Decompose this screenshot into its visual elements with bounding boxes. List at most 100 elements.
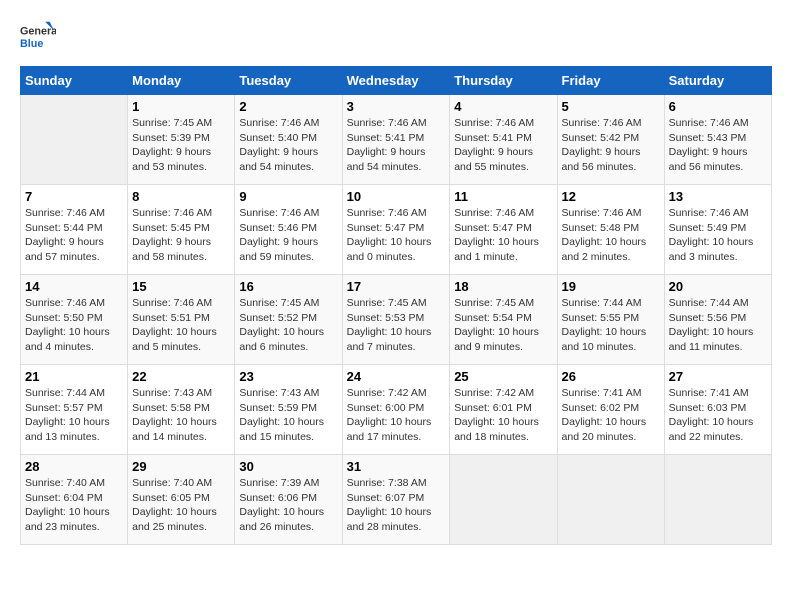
- day-info: Sunrise: 7:44 AMSunset: 5:57 PMDaylight:…: [25, 386, 123, 445]
- week-row-5: 28Sunrise: 7:40 AMSunset: 6:04 PMDayligh…: [21, 455, 772, 545]
- day-info: Sunrise: 7:42 AMSunset: 6:01 PMDaylight:…: [454, 386, 552, 445]
- week-row-1: 1 Sunrise: 7:45 AMSunset: 5:39 PMDaylight…: [21, 95, 772, 185]
- day-info: Sunrise: 7:45 AMSunset: 5:54 PMDaylight:…: [454, 296, 552, 355]
- calendar-cell: 18 Sunrise: 7:45 AMSunset: 5:54 PMDayligh…: [450, 275, 557, 365]
- day-number: 17: [347, 279, 446, 294]
- day-number: 27: [669, 369, 767, 384]
- day-number: 9: [239, 189, 337, 204]
- day-number: 8: [132, 189, 230, 204]
- day-number: 18: [454, 279, 552, 294]
- calendar-cell: 22 Sunrise: 7:43 AMSunset: 5:58 PMDayligh…: [128, 365, 235, 455]
- calendar-cell: 3 Sunrise: 7:46 AMSunset: 5:41 PMDaylight…: [342, 95, 450, 185]
- week-row-2: 7 Sunrise: 7:46 AMSunset: 5:44 PMDaylight…: [21, 185, 772, 275]
- calendar-cell: 27 Sunrise: 7:41 AMSunset: 6:03 PMDayligh…: [664, 365, 771, 455]
- calendar-cell: 1 Sunrise: 7:45 AMSunset: 5:39 PMDaylight…: [128, 95, 235, 185]
- day-info: Sunrise: 7:43 AMSunset: 5:58 PMDaylight:…: [132, 386, 230, 445]
- day-number: 10: [347, 189, 446, 204]
- calendar-cell: 21 Sunrise: 7:44 AMSunset: 5:57 PMDayligh…: [21, 365, 128, 455]
- day-number: 25: [454, 369, 552, 384]
- day-info: Sunrise: 7:41 AMSunset: 6:02 PMDaylight:…: [562, 386, 660, 445]
- day-info: Sunrise: 7:45 AMSunset: 5:53 PMDaylight:…: [347, 296, 446, 355]
- day-number: 21: [25, 369, 123, 384]
- day-number: 15: [132, 279, 230, 294]
- calendar-cell: 12 Sunrise: 7:46 AMSunset: 5:48 PMDayligh…: [557, 185, 664, 275]
- day-info: Sunrise: 7:46 AMSunset: 5:46 PMDaylight:…: [239, 206, 337, 265]
- calendar-cell: 9 Sunrise: 7:46 AMSunset: 5:46 PMDaylight…: [235, 185, 342, 275]
- calendar-cell: 17 Sunrise: 7:45 AMSunset: 5:53 PMDayligh…: [342, 275, 450, 365]
- svg-text:Blue: Blue: [20, 38, 43, 50]
- weekday-header-saturday: Saturday: [664, 67, 771, 95]
- day-info: Sunrise: 7:46 AMSunset: 5:44 PMDaylight:…: [25, 206, 123, 265]
- day-info: Sunrise: 7:41 AMSunset: 6:03 PMDaylight:…: [669, 386, 767, 445]
- week-row-4: 21 Sunrise: 7:44 AMSunset: 5:57 PMDayligh…: [21, 365, 772, 455]
- day-number: 12: [562, 189, 660, 204]
- day-number: 7: [25, 189, 123, 204]
- day-info: Sunrise: 7:46 AMSunset: 5:43 PMDaylight:…: [669, 116, 767, 175]
- day-info: Sunrise: 7:45 AMSunset: 5:52 PMDaylight:…: [239, 296, 337, 355]
- weekday-header-monday: Monday: [128, 67, 235, 95]
- day-info: Sunrise: 7:38 AMSunset: 6:07 PMDaylight:…: [347, 476, 446, 535]
- day-number: 1: [132, 99, 230, 114]
- calendar-cell: 4Sunrise: 7:46 AMSunset: 5:41 PMDaylight…: [450, 95, 557, 185]
- day-number: 30: [239, 459, 337, 474]
- day-number: 23: [239, 369, 337, 384]
- day-number: 22: [132, 369, 230, 384]
- calendar-cell: [21, 95, 128, 185]
- weekday-header-tuesday: Tuesday: [235, 67, 342, 95]
- day-info: Sunrise: 7:46 AMSunset: 5:45 PMDaylight:…: [132, 206, 230, 265]
- calendar-cell: 5Sunrise: 7:46 AMSunset: 5:42 PMDaylight…: [557, 95, 664, 185]
- calendar-cell: 28Sunrise: 7:40 AMSunset: 6:04 PMDayligh…: [21, 455, 128, 545]
- calendar-cell: 29Sunrise: 7:40 AMSunset: 6:05 PMDayligh…: [128, 455, 235, 545]
- day-info: Sunrise: 7:46 AMSunset: 5:40 PMDaylight:…: [239, 116, 337, 175]
- day-info: Sunrise: 7:46 AMSunset: 5:47 PMDaylight:…: [454, 206, 552, 265]
- day-number: 31: [347, 459, 446, 474]
- weekday-header-sunday: Sunday: [21, 67, 128, 95]
- day-info: Sunrise: 7:46 AMSunset: 5:50 PMDaylight:…: [25, 296, 123, 355]
- calendar-cell: 25 Sunrise: 7:42 AMSunset: 6:01 PMDayligh…: [450, 365, 557, 455]
- logo-icon: GeneralBlue: [20, 20, 56, 56]
- day-info: Sunrise: 7:46 AMSunset: 5:47 PMDaylight:…: [347, 206, 446, 265]
- calendar-cell: 10 Sunrise: 7:46 AMSunset: 5:47 PMDayligh…: [342, 185, 450, 275]
- calendar-cell: 13 Sunrise: 7:46 AMSunset: 5:49 PMDayligh…: [664, 185, 771, 275]
- day-number: 4: [454, 99, 552, 114]
- calendar-cell: 16 Sunrise: 7:45 AMSunset: 5:52 PMDayligh…: [235, 275, 342, 365]
- weekday-header-friday: Friday: [557, 67, 664, 95]
- week-row-3: 14Sunrise: 7:46 AMSunset: 5:50 PMDayligh…: [21, 275, 772, 365]
- day-info: Sunrise: 7:46 AMSunset: 5:48 PMDaylight:…: [562, 206, 660, 265]
- day-number: 26: [562, 369, 660, 384]
- calendar-cell: [450, 455, 557, 545]
- day-info: Sunrise: 7:46 AMSunset: 5:49 PMDaylight:…: [669, 206, 767, 265]
- day-info: Sunrise: 7:46 AMSunset: 5:51 PMDaylight:…: [132, 296, 230, 355]
- calendar-cell: 20 Sunrise: 7:44 AMSunset: 5:56 PMDayligh…: [664, 275, 771, 365]
- calendar-cell: 15 Sunrise: 7:46 AMSunset: 5:51 PMDayligh…: [128, 275, 235, 365]
- svg-text:General: General: [20, 25, 56, 37]
- day-number: 3: [347, 99, 446, 114]
- calendar-table: SundayMondayTuesdayWednesdayThursdayFrid…: [20, 66, 772, 545]
- day-info: Sunrise: 7:45 AMSunset: 5:39 PMDaylight:…: [132, 116, 230, 175]
- day-info: Sunrise: 7:46 AMSunset: 5:41 PMDaylight:…: [347, 116, 446, 175]
- day-number: 16: [239, 279, 337, 294]
- weekday-header-thursday: Thursday: [450, 67, 557, 95]
- day-number: 13: [669, 189, 767, 204]
- day-info: Sunrise: 7:44 AMSunset: 5:55 PMDaylight:…: [562, 296, 660, 355]
- day-info: Sunrise: 7:40 AMSunset: 6:05 PMDaylight:…: [132, 476, 230, 535]
- day-number: 24: [347, 369, 446, 384]
- day-info: Sunrise: 7:39 AMSunset: 6:06 PMDaylight:…: [239, 476, 337, 535]
- calendar-cell: 2 Sunrise: 7:46 AMSunset: 5:40 PMDaylight…: [235, 95, 342, 185]
- calendar-cell: 23 Sunrise: 7:43 AMSunset: 5:59 PMDayligh…: [235, 365, 342, 455]
- calendar-cell: 19 Sunrise: 7:44 AMSunset: 5:55 PMDayligh…: [557, 275, 664, 365]
- day-info: Sunrise: 7:43 AMSunset: 5:59 PMDaylight:…: [239, 386, 337, 445]
- calendar-cell: 8 Sunrise: 7:46 AMSunset: 5:45 PMDaylight…: [128, 185, 235, 275]
- day-number: 19: [562, 279, 660, 294]
- day-number: 11: [454, 189, 552, 204]
- day-info: Sunrise: 7:44 AMSunset: 5:56 PMDaylight:…: [669, 296, 767, 355]
- day-number: 20: [669, 279, 767, 294]
- day-number: 2: [239, 99, 337, 114]
- weekday-header-row: SundayMondayTuesdayWednesdayThursdayFrid…: [21, 67, 772, 95]
- calendar-cell: 7 Sunrise: 7:46 AMSunset: 5:44 PMDaylight…: [21, 185, 128, 275]
- page-header: GeneralBlue: [20, 20, 772, 56]
- day-number: 5: [562, 99, 660, 114]
- weekday-header-wednesday: Wednesday: [342, 67, 450, 95]
- calendar-cell: 11 Sunrise: 7:46 AMSunset: 5:47 PMDayligh…: [450, 185, 557, 275]
- day-number: 6: [669, 99, 767, 114]
